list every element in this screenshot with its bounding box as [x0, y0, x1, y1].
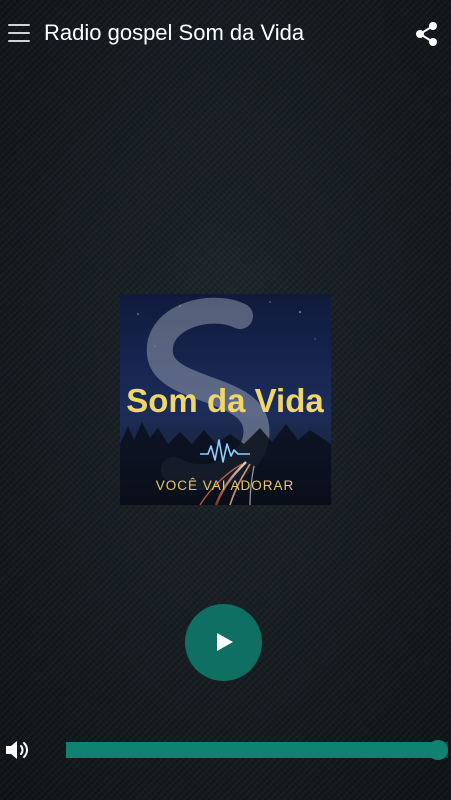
volume-button[interactable]	[4, 738, 32, 762]
cover-tagline-text: VOCÊ VAI ADORAR	[156, 478, 295, 493]
volume-slider-fill	[66, 742, 438, 758]
volume-icon	[6, 741, 28, 759]
app-title: Radio gospel Som da Vida	[44, 20, 305, 45]
play-icon	[217, 633, 233, 651]
volume-slider-thumb[interactable]	[428, 740, 448, 760]
station-cover-art: Som da Vida VOCÊ VAI ADORAR	[120, 294, 331, 505]
app-bar: Radio gospel Som da Vida	[0, 0, 451, 70]
play-button[interactable]	[185, 604, 262, 681]
share-button[interactable]	[413, 20, 441, 48]
share-icon	[416, 22, 437, 46]
volume-slider[interactable]	[66, 737, 448, 763]
cover-brand-text: Som da Vida	[126, 382, 324, 419]
menu-button[interactable]	[6, 22, 32, 44]
